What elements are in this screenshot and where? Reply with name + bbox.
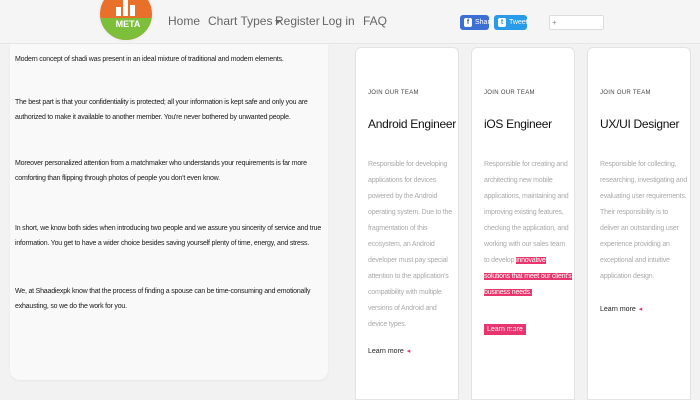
about-paragraph: We, at Shaadiexpk know that the process … bbox=[15, 288, 311, 310]
facebook-share-button[interactable]: f Share bbox=[460, 15, 494, 30]
job-description: Responsible for creating and architectin… bbox=[484, 157, 572, 301]
chart-bars-icon bbox=[116, 0, 140, 16]
site-logo[interactable]: META bbox=[98, 0, 154, 42]
arrow-right-icon: ◂ bbox=[406, 348, 411, 355]
twitter-tweet-label: Tweet bbox=[509, 19, 528, 26]
job-kicker: JOIN OUR TEAM bbox=[368, 90, 419, 96]
nav-home[interactable]: Home bbox=[168, 14, 200, 28]
job-kicker: JOIN OUR TEAM bbox=[600, 90, 651, 96]
job-description: Responsible for collecting, researching,… bbox=[600, 161, 688, 280]
nav-register[interactable]: Register bbox=[275, 14, 320, 28]
learn-more-label: Learn more bbox=[368, 348, 404, 355]
facebook-icon: f bbox=[464, 18, 472, 27]
facebook-share-label: Share bbox=[475, 19, 494, 26]
nav-chart-types[interactable]: Chart Types bbox=[208, 14, 282, 28]
job-title: iOS Engineer bbox=[484, 117, 552, 131]
nav-faq[interactable]: FAQ bbox=[363, 14, 387, 28]
logo-text: META bbox=[115, 19, 141, 29]
addthis-share-widget[interactable]: + bbox=[549, 15, 604, 30]
about-text-card: Modern concept of shadi was present in a… bbox=[10, 44, 328, 380]
job-card-android: JOIN OUR TEAM Android Engineer Responsib… bbox=[355, 47, 459, 400]
job-title: UX/UI Designer bbox=[600, 117, 680, 131]
job-description-text: Responsible for creating and architectin… bbox=[484, 161, 569, 264]
job-kicker: JOIN OUR TEAM bbox=[484, 90, 535, 96]
learn-more-label: Learn more bbox=[487, 326, 523, 333]
twitter-tweet-button[interactable]: t Tweet bbox=[494, 15, 528, 30]
job-card-ux-ui: JOIN OUR TEAM UX/UI Designer Responsible… bbox=[587, 47, 691, 400]
addthis-icon: + bbox=[552, 18, 557, 27]
twitter-icon: t bbox=[498, 18, 506, 27]
learn-more-button[interactable]: Learn more bbox=[484, 324, 526, 335]
about-paragraph: Modern concept of shadi was present in a… bbox=[15, 56, 284, 63]
arrow-right-icon: ◂ bbox=[638, 306, 643, 313]
job-description: Responsible for developing applications … bbox=[368, 161, 452, 328]
job-card-ios: JOIN OUR TEAM iOS Engineer Responsible f… bbox=[471, 47, 575, 400]
about-paragraph: Moreover personalized attention from a m… bbox=[15, 160, 307, 182]
learn-more-link[interactable]: Learn more ◂ bbox=[368, 347, 410, 355]
about-paragraph: The best part is that your confidentiali… bbox=[15, 99, 308, 121]
arrow-right-icon: ◂ bbox=[510, 326, 514, 333]
top-navigation: META Home Chart Types Register Log in FA… bbox=[0, 0, 700, 44]
nav-login[interactable]: Log in bbox=[322, 14, 355, 28]
learn-more-link[interactable]: Learn more ◂ bbox=[600, 305, 642, 313]
about-paragraph: In short, we know both sides when introd… bbox=[15, 225, 322, 247]
learn-more-label: Learn more bbox=[600, 306, 636, 313]
job-title: Android Engineer bbox=[368, 117, 456, 131]
nav-chart-types-label: Chart Types bbox=[208, 14, 273, 28]
